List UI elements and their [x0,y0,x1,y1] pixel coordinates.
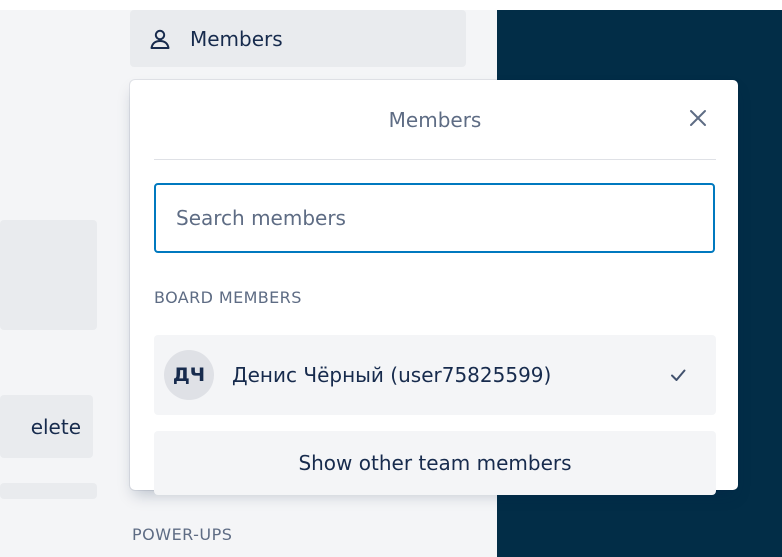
sidebar-action-button[interactable] [0,220,97,330]
search-members-input[interactable] [154,183,715,253]
sidebar-action-button-partial[interactable] [0,483,97,499]
members-sidebar-button[interactable]: Members [130,10,466,67]
popover-title: Members [388,107,482,132]
members-sidebar-label: Members [190,26,283,51]
avatar: ДЧ [164,350,214,400]
board-members-section-label: BOARD MEMBERS [154,288,302,307]
person-icon [148,27,172,51]
popover-header: Members [154,80,716,160]
delete-button-label: elete [30,414,81,439]
close-icon [689,109,707,131]
show-other-team-members-button[interactable]: Show other team members [154,431,716,495]
powerups-section-label: POWER-UPS [132,525,233,544]
top-strip [0,0,782,10]
member-name: Денис Чёрный (user75825599) [232,363,552,387]
delete-button[interactable]: elete [0,395,93,458]
close-button[interactable] [680,102,716,138]
member-list-item[interactable]: ДЧ Денис Чёрный (user75825599) [154,335,716,415]
members-popover: Members BOARD MEMBERS ДЧ Денис Чёрный (u… [130,80,738,495]
check-icon [668,365,688,385]
